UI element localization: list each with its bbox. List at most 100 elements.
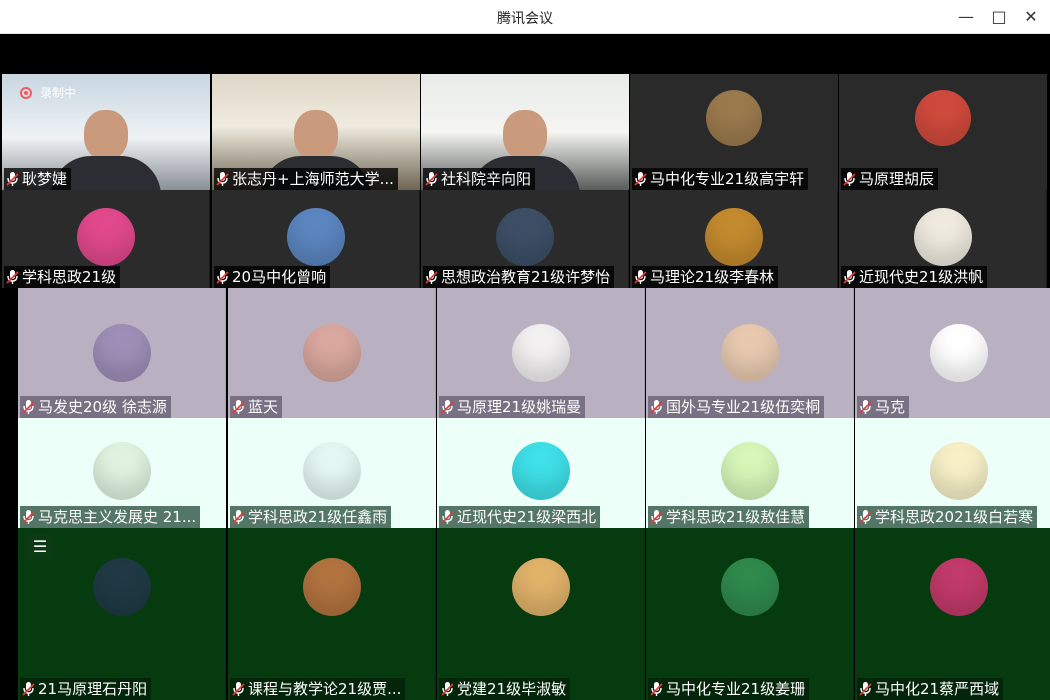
participant-name-tag: 马克 (857, 396, 910, 418)
participant-tile[interactable]: 马理论21级李春林 (630, 190, 838, 288)
participant-name-tag: 学科思政21级任鑫雨 (230, 506, 392, 528)
participant-name: 蓝天 (248, 398, 279, 416)
mic-muted-icon (6, 269, 20, 285)
participant-name: 马中化专业21级高宇轩 (650, 170, 805, 188)
participant-tile[interactable]: 马原理21级姚瑞曼 (437, 288, 645, 418)
mic-muted-icon (22, 681, 36, 697)
participant-name-tag: 马原理21级姚瑞曼 (439, 396, 586, 418)
participant-avatar (706, 90, 762, 146)
participant-avatar (721, 558, 779, 616)
participant-avatar (721, 324, 779, 382)
participant-name: 张志丹+上海师范大学... (232, 170, 394, 188)
menu-icon[interactable]: ☰ (26, 535, 54, 559)
participant-name: 国外马专业21级伍奕桐 (666, 398, 821, 416)
mic-muted-icon (232, 681, 246, 697)
participant-tile[interactable]: 学科思政21级 (2, 190, 210, 288)
participant-tile[interactable]: 马中化专业21级高宇轩 (630, 74, 838, 190)
participant-tile[interactable]: 近现代史21级梁西北 (437, 418, 645, 528)
record-icon (20, 86, 32, 99)
person-figure (84, 110, 128, 160)
participant-tile[interactable]: 学科思政21级敖佳慧 (646, 418, 854, 528)
participant-name: 思想政治教育21级许梦怡 (441, 268, 611, 286)
meeting-stage: 耿梦婕 张志丹+上海师范大学... 社科院辛向阳 马中化专业21级高宇轩 马原理胡辰 学… (0, 34, 1050, 700)
participant-name-tag: 马原理胡辰 (841, 168, 939, 190)
participant-name-tag: 耿梦婕 (4, 168, 72, 190)
participant-tile[interactable]: 社科院辛向阳 (421, 74, 629, 190)
participant-name: 学科思政21级敖佳慧 (666, 508, 806, 526)
participant-name: 马克 (875, 398, 906, 416)
participant-name-tag: 思想政治教育21级许梦怡 (423, 266, 615, 288)
mic-muted-icon (232, 509, 246, 525)
participant-name-tag: 国外马专业21级伍奕桐 (648, 396, 825, 418)
title-bar: 腾讯会议 — □ ✕ (0, 0, 1050, 34)
participant-tile[interactable]: 蓝天 (228, 288, 436, 418)
participant-name-tag: 党建21级毕淑敏 (439, 678, 571, 700)
participant-name-tag: 课程与教学论21级贾... (230, 678, 406, 700)
mic-muted-icon (441, 399, 455, 415)
participant-name: 近现代史21级梁西北 (457, 508, 597, 526)
participant-name-tag: 学科思政21级 (4, 266, 121, 288)
participant-tile[interactable]: 近现代史21级洪帆 (839, 190, 1047, 288)
mic-muted-icon (843, 269, 857, 285)
participant-name: 学科思政21级 (22, 268, 117, 286)
mic-muted-icon (650, 399, 664, 415)
participant-tile[interactable]: 国外马专业21级伍奕桐 (646, 288, 854, 418)
participant-name: 20马中化曾响 (232, 268, 327, 286)
mic-muted-icon (441, 681, 455, 697)
minimize-icon[interactable]: — (952, 5, 980, 29)
participant-row-4: 马克思主义发展史 21... 学科思政21级任鑫雨 近现代史21级梁西北 学科思政21… (0, 418, 1050, 528)
participant-tile[interactable]: 学科思政21级任鑫雨 (228, 418, 436, 528)
participant-name: 耿梦婕 (22, 170, 68, 188)
maximize-icon[interactable]: □ (985, 5, 1013, 29)
participant-row-1: 耿梦婕 张志丹+上海师范大学... 社科院辛向阳 马中化专业21级高宇轩 马原理胡辰 (0, 74, 1050, 190)
participant-avatar (93, 558, 151, 616)
participant-tile[interactable]: 张志丹+上海师范大学... (212, 74, 420, 190)
mic-muted-icon (232, 399, 246, 415)
participant-avatar (930, 558, 988, 616)
participant-name-tag: 蓝天 (230, 396, 283, 418)
participant-name-tag: 马中化专业21级高宇轩 (632, 168, 809, 190)
recording-indicator[interactable]: 录制中 (20, 84, 76, 101)
mic-muted-icon (425, 269, 439, 285)
mic-muted-icon (859, 399, 873, 415)
participant-avatar (512, 558, 570, 616)
close-icon[interactable]: ✕ (1017, 5, 1045, 29)
participant-name: 21马原理石丹阳 (38, 680, 148, 698)
participant-name-tag: 近现代史21级洪帆 (841, 266, 988, 288)
participant-name: 近现代史21级洪帆 (859, 268, 984, 286)
recording-label: 录制中 (40, 86, 77, 100)
participant-name: 马原理21级姚瑞曼 (457, 398, 582, 416)
participant-tile[interactable]: 党建21级毕淑敏 (437, 528, 645, 700)
participant-name: 马中化专业21级姜珊 (666, 680, 806, 698)
participant-tile[interactable]: 学科思政2021级白若寒 (855, 418, 1050, 528)
mic-muted-icon (859, 509, 873, 525)
participant-avatar (721, 442, 779, 500)
participant-avatar (705, 208, 763, 266)
participant-tile[interactable]: 马原理胡辰 (839, 74, 1047, 190)
participant-tile[interactable]: 课程与教学论21级贾... (228, 528, 436, 700)
participant-tile[interactable]: 马发史20级 徐志源 (18, 288, 226, 418)
mic-muted-icon (441, 509, 455, 525)
participant-row-2: 学科思政21级 20马中化曾响 思想政治教育21级许梦怡 马理论21级李春林 近现代史2… (0, 190, 1050, 288)
person-figure (294, 110, 338, 160)
participant-avatar (287, 208, 345, 266)
participant-avatar (496, 208, 554, 266)
participant-tile[interactable]: 思想政治教育21级许梦怡 (421, 190, 629, 288)
participant-avatar (77, 208, 135, 266)
participant-tile[interactable]: 20马中化曾响 (212, 190, 420, 288)
participant-avatar (512, 442, 570, 500)
participant-name-tag: 张志丹+上海师范大学... (214, 168, 398, 190)
mic-muted-icon (22, 509, 36, 525)
participant-avatar (303, 558, 361, 616)
participant-tile[interactable]: 马中化21蔡严西域 (855, 528, 1050, 700)
mic-muted-icon (216, 171, 230, 187)
participant-tile[interactable]: 马克思主义发展史 21... (18, 418, 226, 528)
person-figure (503, 110, 547, 160)
participant-name: 马发史20级 徐志源 (38, 398, 167, 416)
participant-tile[interactable]: 马中化专业21级姜珊 (646, 528, 854, 700)
participant-name-tag: 21马原理石丹阳 (20, 678, 152, 700)
participant-name-tag: 学科思政2021级白若寒 (857, 506, 1038, 528)
participant-name: 党建21级毕淑敏 (457, 680, 567, 698)
participant-tile[interactable]: 马克 (855, 288, 1050, 418)
participant-name-tag: 社科院辛向阳 (423, 168, 536, 190)
